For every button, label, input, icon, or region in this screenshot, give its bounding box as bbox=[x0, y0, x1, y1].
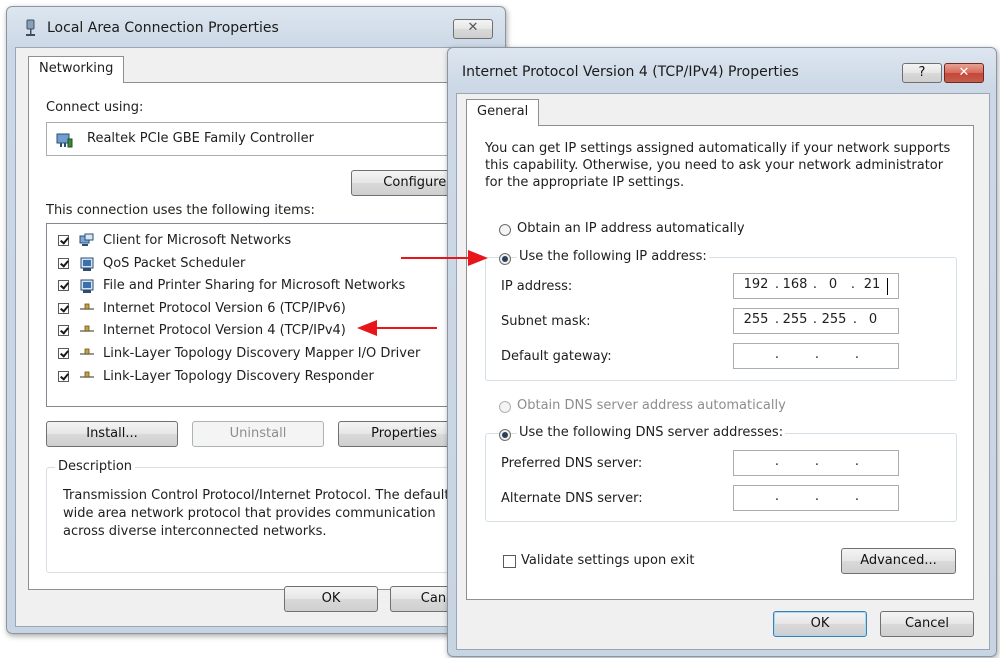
arrow-to-use-following-ip bbox=[401, 250, 488, 266]
tab-networking[interactable]: Networking bbox=[28, 56, 125, 83]
tab-general[interactable]: General bbox=[466, 99, 540, 126]
arrow-to-ipv4-item bbox=[357, 320, 437, 336]
